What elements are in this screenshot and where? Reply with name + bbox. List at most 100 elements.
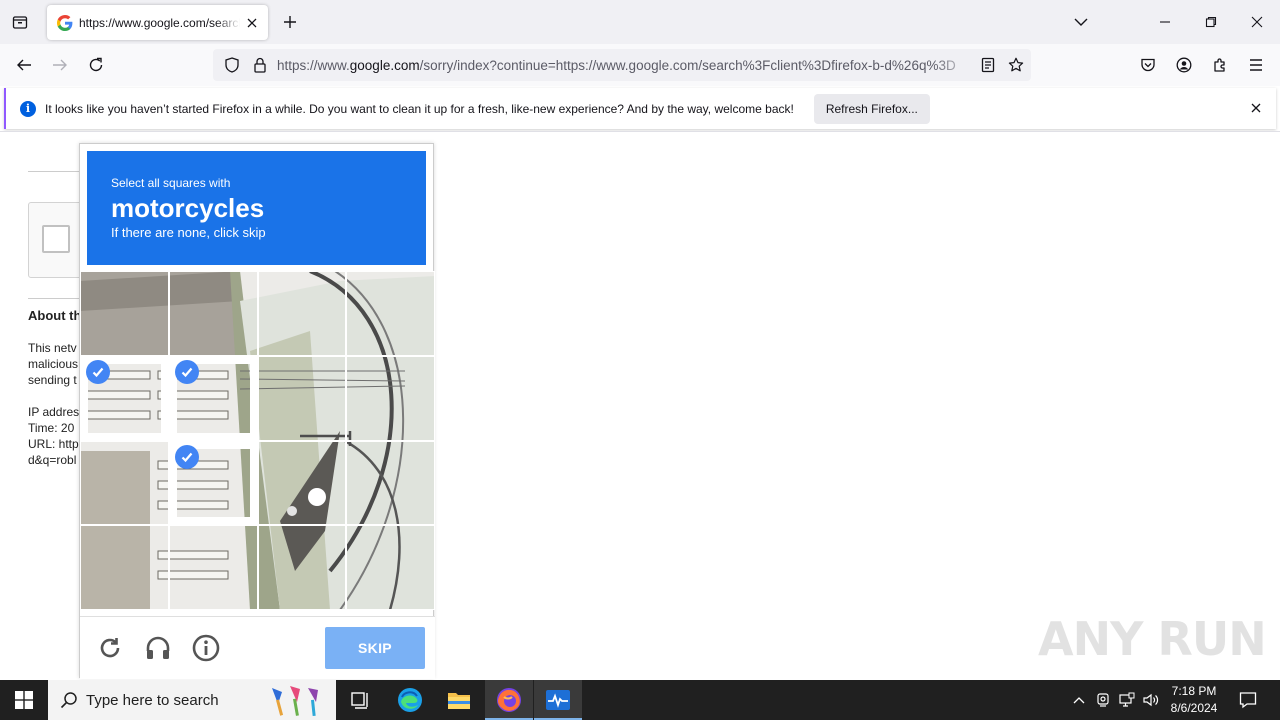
task-view-icon bbox=[351, 692, 368, 709]
challenge-tile[interactable] bbox=[346, 356, 435, 441]
back-button[interactable] bbox=[9, 50, 39, 80]
url-path: /sorry/index?continue=https://www.google… bbox=[419, 57, 956, 73]
pocket-button[interactable] bbox=[1133, 50, 1163, 80]
firefox-icon bbox=[497, 688, 521, 712]
action-center-button[interactable] bbox=[1234, 680, 1262, 720]
notification-close-button[interactable] bbox=[1248, 100, 1264, 116]
close-window-button[interactable] bbox=[1234, 0, 1280, 44]
new-tab-button[interactable] bbox=[276, 8, 304, 36]
detail-url-cont: d&q=robl bbox=[28, 453, 77, 467]
url-text[interactable]: https://www.google.com/sorry/index?conti… bbox=[277, 58, 975, 73]
firefox-taskbar-button[interactable] bbox=[485, 680, 533, 720]
recaptcha-challenge: Select all squares with motorcycles If t… bbox=[79, 143, 435, 679]
body-line: This netv bbox=[28, 341, 77, 355]
forward-button[interactable] bbox=[45, 50, 75, 80]
chevron-down-icon bbox=[1074, 18, 1088, 26]
search-icon bbox=[60, 692, 77, 709]
notification-icon bbox=[1239, 692, 1257, 709]
reader-view-button[interactable] bbox=[975, 52, 1001, 78]
network-icon bbox=[1119, 692, 1135, 707]
body-line: malicious bbox=[28, 357, 79, 371]
app-menu-button[interactable] bbox=[1241, 50, 1271, 80]
speaker-icon bbox=[1143, 693, 1159, 707]
close-icon bbox=[1251, 16, 1263, 28]
challenge-tile[interactable] bbox=[346, 525, 435, 610]
tile-selected-check-icon bbox=[174, 444, 199, 469]
account-icon bbox=[1176, 57, 1192, 73]
paint-brushes-icon bbox=[272, 686, 318, 717]
minimize-button[interactable] bbox=[1142, 0, 1188, 44]
info-circle-icon bbox=[192, 634, 220, 662]
navigation-toolbar: https://www.google.com/sorry/index?conti… bbox=[0, 44, 1280, 86]
recaptcha-checkbox[interactable] bbox=[42, 225, 70, 253]
taskbar-clock[interactable]: 7:18 PM 8/6/2024 bbox=[1160, 683, 1228, 717]
bookmark-star-button[interactable] bbox=[1003, 52, 1029, 78]
challenge-tile[interactable] bbox=[258, 271, 347, 356]
lock-icon bbox=[254, 57, 266, 73]
reload-button[interactable] bbox=[81, 50, 111, 80]
challenge-tile[interactable] bbox=[258, 441, 347, 526]
challenge-tile[interactable] bbox=[346, 441, 435, 526]
restore-button[interactable] bbox=[1188, 0, 1234, 44]
taskbar-search-box[interactable]: Type here to search bbox=[48, 680, 336, 720]
edge-taskbar-button[interactable] bbox=[386, 680, 434, 720]
about-heading: About th bbox=[28, 308, 82, 323]
extensions-button[interactable] bbox=[1205, 50, 1235, 80]
reader-view-icon bbox=[981, 57, 995, 73]
tracking-protection-icon[interactable] bbox=[221, 54, 243, 76]
tab-google-search[interactable]: https://www.google.com/search?client=fir… bbox=[47, 5, 268, 40]
challenge-tile[interactable] bbox=[258, 356, 347, 441]
challenge-tile[interactable] bbox=[346, 271, 435, 356]
anyrun-watermark: ANY RUN bbox=[1038, 606, 1267, 672]
network-tray-button[interactable] bbox=[1116, 680, 1138, 720]
chevron-up-icon bbox=[1073, 697, 1085, 704]
challenge-tile[interactable] bbox=[174, 444, 250, 518]
site-security-icon[interactable] bbox=[249, 54, 271, 76]
account-button[interactable] bbox=[1169, 50, 1199, 80]
show-hidden-icons-button[interactable] bbox=[1068, 680, 1090, 720]
plus-icon bbox=[284, 16, 296, 28]
process-monitor-taskbar-button[interactable] bbox=[534, 680, 582, 720]
start-button[interactable] bbox=[0, 680, 48, 720]
address-bar[interactable]: https://www.google.com/sorry/index?conti… bbox=[213, 49, 1031, 81]
challenge-tile[interactable] bbox=[169, 525, 258, 610]
challenge-tile[interactable] bbox=[80, 525, 169, 610]
headphones-icon bbox=[146, 636, 170, 659]
notification-message: It looks like you haven’t started Firefo… bbox=[45, 101, 794, 116]
task-view-button[interactable] bbox=[336, 680, 384, 720]
firefox-view-button[interactable] bbox=[6, 8, 34, 36]
tab-close-button[interactable] bbox=[244, 15, 260, 31]
webcam-icon bbox=[1097, 693, 1109, 707]
windows-logo-icon bbox=[15, 691, 33, 709]
arrow-right-icon bbox=[53, 59, 67, 71]
volume-tray-button[interactable] bbox=[1140, 680, 1162, 720]
challenge-tile[interactable] bbox=[258, 525, 347, 610]
reload-challenge-button[interactable] bbox=[94, 632, 126, 664]
puzzle-icon bbox=[1214, 58, 1225, 72]
shield-icon bbox=[225, 57, 239, 73]
info-icon: i bbox=[20, 100, 36, 117]
file-explorer-taskbar-button[interactable] bbox=[435, 680, 483, 720]
challenge-tile[interactable] bbox=[174, 359, 250, 433]
audio-challenge-button[interactable] bbox=[142, 632, 174, 664]
refresh-firefox-button[interactable]: Refresh Firefox... bbox=[813, 93, 930, 124]
challenge-tile[interactable] bbox=[86, 359, 161, 433]
refresh-icon bbox=[100, 638, 120, 658]
challenge-tile[interactable] bbox=[169, 271, 258, 356]
hamburger-menu-icon bbox=[1250, 59, 1262, 71]
tab-strip: https://www.google.com/search?client=fir… bbox=[0, 0, 1280, 44]
help-button[interactable] bbox=[190, 632, 222, 664]
challenge-tile[interactable] bbox=[80, 271, 169, 356]
watermark-text: ANY RUN bbox=[1038, 612, 1267, 666]
list-all-tabs-button[interactable] bbox=[1058, 0, 1104, 44]
url-prefix: https://www. bbox=[277, 57, 350, 73]
skip-button[interactable]: SKIP bbox=[325, 627, 425, 669]
body-line: sending t bbox=[28, 373, 77, 387]
tile-selected-check-icon bbox=[174, 359, 199, 384]
firefox-view-icon bbox=[12, 16, 28, 29]
tab-title: https://www.google.com/search?client=fir… bbox=[79, 15, 240, 30]
meet-now-tray-button[interactable] bbox=[1092, 680, 1114, 720]
close-icon bbox=[1251, 103, 1261, 113]
challenge-tile[interactable] bbox=[80, 441, 169, 526]
refresh-firefox-notification: i It looks like you haven’t started Fire… bbox=[4, 88, 1276, 129]
